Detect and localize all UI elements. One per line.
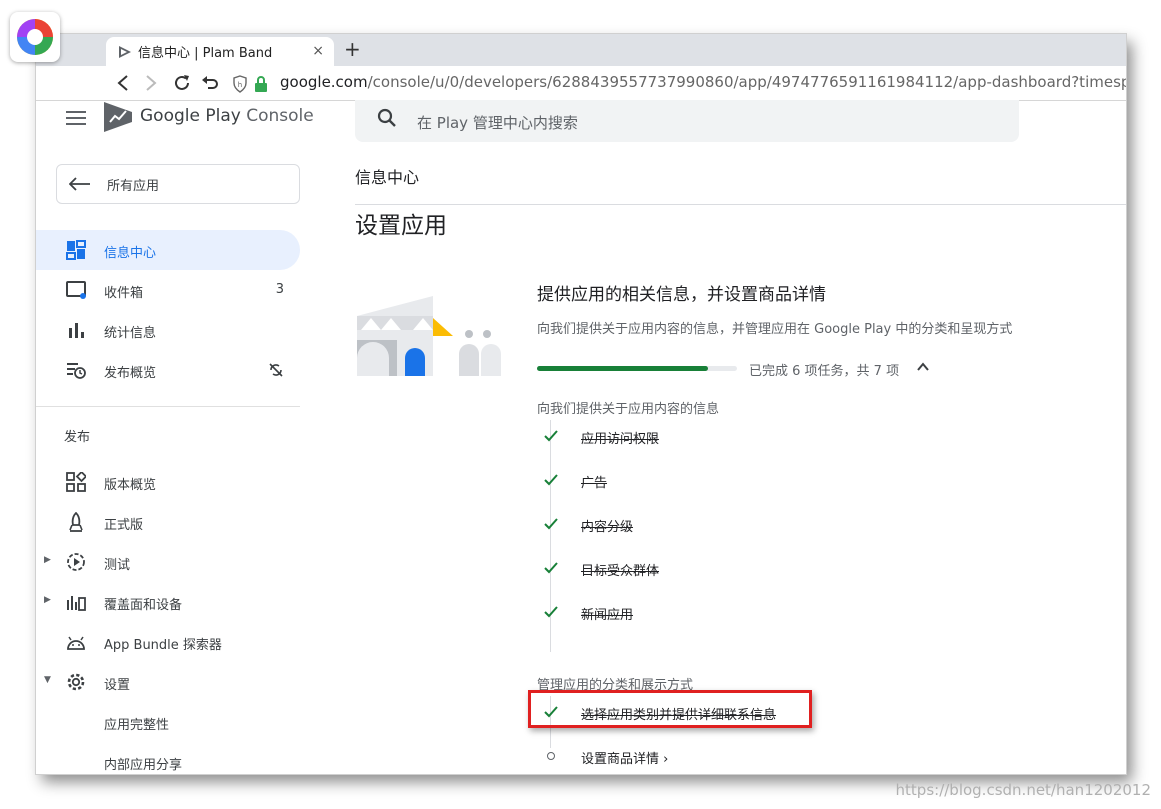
dashboard-icon [66, 240, 86, 260]
bar-chart-icon [69, 323, 84, 338]
sidebar-item-app-bundle-explorer[interactable]: App Bundle 探索器 [36, 622, 300, 662]
page-title: 设置应用 [355, 213, 447, 239]
setup-illustration [357, 296, 501, 376]
sidebar-item-production[interactable]: 正式版 [36, 502, 300, 542]
forward-icon[interactable] [144, 74, 158, 92]
chevron-up-icon[interactable] [916, 360, 930, 374]
search-input[interactable]: 在 Play 管理中心内搜索 [417, 112, 578, 133]
hamburger-menu-icon[interactable] [66, 110, 86, 126]
task-label: 设置商品详情 › [581, 752, 669, 767]
sidebar-item-label: 测试 [104, 558, 131, 573]
expand-caret-icon[interactable]: ▶ [44, 595, 51, 605]
main-content: 在 Play 管理中心内搜索 信息中心 设置应用 提供应用的相关信息，并设置商品… [300, 100, 1126, 774]
address-bar[interactable]: google.com/console/u/0/developers/628843… [280, 73, 1126, 91]
sidebar-item-label: 发布概览 [104, 366, 157, 381]
sidebar-item-label: 正式版 [104, 518, 144, 533]
tab-strip: 信息中心 | Plam Band × + [36, 34, 1126, 66]
task-label: 应用访问权限 [581, 432, 660, 447]
back-icon[interactable] [116, 74, 130, 92]
browser-tab[interactable]: 信息中心 | Plam Band × [106, 37, 334, 66]
all-apps-button[interactable]: 所有应用 [56, 164, 300, 204]
check-icon [544, 606, 558, 618]
check-icon [544, 562, 558, 574]
releases-overview-icon [66, 472, 86, 492]
all-apps-label: 所有应用 [107, 178, 160, 194]
task-label: 广告 [581, 476, 608, 491]
check-icon [544, 518, 558, 530]
sidebar-item-label: 设置 [104, 678, 131, 693]
close-tab-icon[interactable]: × [312, 43, 324, 59]
play-console-app: Google Play Console 所有应用 信息中心 收件箱 3 统计信息 [36, 100, 1126, 774]
sidebar-item-inbox[interactable]: 收件箱 3 [36, 270, 300, 310]
sidebar-item-publishing[interactable]: 发布概览 [36, 350, 300, 390]
reload-icon[interactable] [172, 73, 192, 93]
search-bar[interactable]: 在 Play 管理中心内搜索 [355, 100, 1019, 142]
task-label: 目标受众群体 [581, 564, 660, 579]
browser-logo-icon [10, 12, 60, 62]
publishing-icon [67, 363, 86, 379]
setup-card-title: 提供应用的相关信息，并设置商品详情 [537, 285, 826, 305]
pending-circle-icon [547, 752, 555, 760]
sidebar-item-label: 统计信息 [104, 326, 157, 341]
sidebar: Google Play Console 所有应用 信息中心 收件箱 3 统计信息 [36, 100, 314, 774]
testing-icon [67, 553, 85, 571]
breadcrumb[interactable]: 信息中心 [355, 164, 419, 188]
watermark: https://blog.csdn.net/han1202012 [895, 781, 1151, 799]
play-console-brand: Google Play Console [140, 106, 314, 126]
browser-window: 信息中心 | Plam Band × + h google.com/consol… [36, 34, 1126, 774]
shield-icon: h [233, 75, 247, 93]
url-host: google.com [280, 73, 368, 91]
sidebar-item-internal-app-sharing[interactable]: 内部应用分享 [104, 754, 182, 773]
gear-icon [67, 673, 85, 691]
android-icon [67, 636, 85, 650]
setup-progress-bar [537, 366, 737, 371]
setup-progress-fill [537, 366, 709, 371]
sidebar-item-label: 信息中心 [104, 246, 157, 261]
inbox-count-badge: 3 [275, 282, 284, 297]
task-label: 内容分级 [581, 520, 634, 535]
sidebar-item-statistics[interactable]: 统计信息 [36, 310, 300, 350]
sidebar-item-testing[interactable]: ▶ 测试 [36, 542, 300, 582]
check-icon [544, 474, 558, 486]
new-tab-button[interactable]: + [344, 37, 361, 61]
header-divider [355, 204, 1126, 205]
svg-text:h: h [238, 81, 242, 89]
production-icon [69, 512, 83, 532]
lock-icon [255, 76, 267, 92]
expand-caret-icon[interactable]: ▶ [44, 555, 51, 565]
tab-title: 信息中心 | Plam Band [138, 46, 273, 61]
sidebar-item-reach-devices[interactable]: ▶ 覆盖面和设备 [36, 582, 300, 622]
setup-progress-text: 已完成 6 项任务，共 7 项 [749, 364, 900, 379]
play-console-favicon [119, 45, 131, 58]
browser-toolbar: h google.com/console/u/0/developers/6288… [36, 66, 1126, 101]
search-icon [377, 108, 396, 127]
sidebar-item-label: 覆盖面和设备 [104, 598, 183, 613]
sync-off-icon [269, 363, 283, 377]
collapse-caret-icon[interactable]: ▼ [44, 675, 51, 685]
task-label: 新闻应用 [581, 608, 634, 623]
sidebar-item-label: 收件箱 [104, 286, 144, 301]
annotation-highlight-box [528, 690, 812, 728]
inbox-icon [66, 281, 86, 299]
sidebar-divider [36, 406, 300, 407]
sidebar-item-releases-overview[interactable]: 版本概览 [36, 462, 300, 502]
brand-google-play: Google Play [140, 106, 241, 126]
arrow-left-icon [69, 177, 90, 191]
check-icon [544, 430, 558, 442]
sidebar-item-settings[interactable]: ▼ 设置 [36, 662, 300, 702]
sidebar-item-label: App Bundle 探索器 [104, 638, 222, 653]
undo-icon[interactable] [200, 73, 220, 93]
url-path: /console/u/0/developers/6288439557737990… [367, 73, 1126, 91]
sidebar-item-label: 版本概览 [104, 478, 157, 493]
sidebar-item-app-integrity[interactable]: 应用完整性 [104, 714, 169, 733]
reach-devices-icon [67, 596, 86, 611]
sidebar-item-dashboard[interactable]: 信息中心 [36, 230, 300, 270]
task-group-label: 向我们提供关于应用内容的信息 [537, 402, 720, 417]
setup-card-description: 向我们提供关于应用内容的信息，并管理应用在 Google Play 中的分类和呈… [537, 322, 1013, 337]
play-console-logo-icon [104, 102, 132, 132]
release-section-label: 发布 [64, 430, 91, 445]
